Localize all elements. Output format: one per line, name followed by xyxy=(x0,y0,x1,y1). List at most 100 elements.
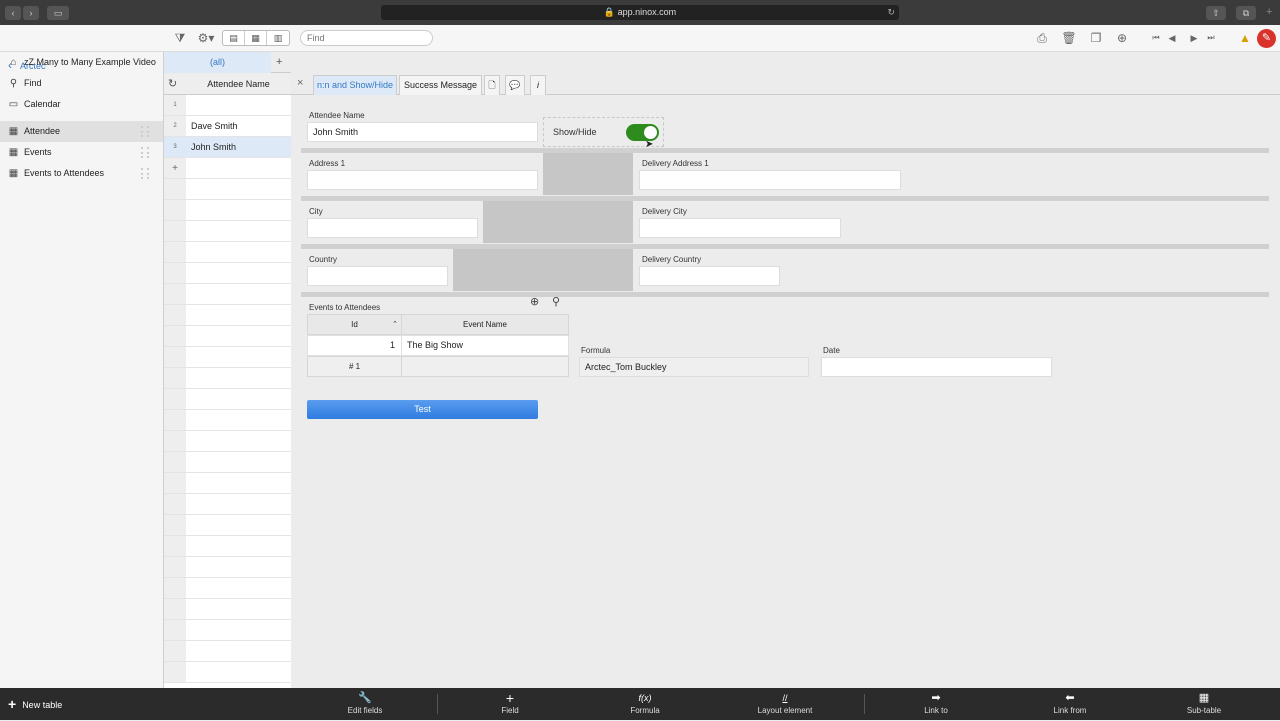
empty-row xyxy=(186,662,291,683)
delivery-city-field[interactable] xyxy=(639,218,841,238)
add-formula-button[interactable]: f(x) Formula xyxy=(600,690,690,715)
comment-icon[interactable]: 💬 xyxy=(505,75,525,95)
close-icon[interactable]: × xyxy=(297,77,303,89)
empty-row xyxy=(186,263,291,284)
sidebar-item-label: Attendee xyxy=(24,126,61,136)
row-number xyxy=(164,221,186,242)
add-field-button[interactable]: + Field xyxy=(465,690,555,715)
row-number xyxy=(164,641,186,662)
link-to-button[interactable]: ➡ Link to xyxy=(891,690,981,715)
sidebar-item-calendar[interactable]: ▭ Calendar xyxy=(0,94,163,115)
empty-row xyxy=(186,368,291,389)
row-number xyxy=(164,347,186,368)
filter-icon[interactable]: ⧩ xyxy=(172,31,188,45)
delivery-country-field[interactable] xyxy=(639,266,780,286)
sub-table-button[interactable]: ▦ Sub-table xyxy=(1159,690,1249,715)
column-header-event-name[interactable]: Event Name xyxy=(401,314,569,335)
address1-field[interactable] xyxy=(307,170,538,190)
test-button[interactable]: Test xyxy=(307,400,538,419)
list-tab-bar: (all) + xyxy=(164,52,291,73)
refresh-icon[interactable]: ↻ xyxy=(168,77,177,90)
formula-field: Arctec_Tom Buckley xyxy=(579,357,809,377)
column-header-attendee-name[interactable]: Attendee Name xyxy=(186,73,291,95)
wrench-icon: 🔧 xyxy=(358,692,372,704)
browser-forward-button[interactable]: › xyxy=(23,6,39,20)
drag-handle-icon[interactable] xyxy=(141,126,149,137)
gear-icon[interactable]: ⚙▾ xyxy=(196,31,216,45)
reload-icon[interactable]: ↻ xyxy=(887,5,895,20)
add-tab-button[interactable]: + xyxy=(276,52,282,73)
tab-all[interactable]: (all) xyxy=(164,52,271,73)
add-row-button[interactable]: + xyxy=(164,158,186,179)
chart-view-icon[interactable]: ▥ xyxy=(267,31,289,45)
showhide-toggle[interactable] xyxy=(626,124,659,141)
new-table-button[interactable]: + New table xyxy=(8,688,62,720)
country-field[interactable] xyxy=(307,266,448,286)
sidebar-item-events-to-attendees[interactable]: ▦ Events to Attendees xyxy=(0,163,163,184)
drag-handle-icon[interactable] xyxy=(141,168,149,179)
button-label: Edit fields xyxy=(347,706,383,715)
city-field[interactable] xyxy=(307,218,478,238)
list-item[interactable]: John Smith xyxy=(186,137,291,158)
empty-row xyxy=(186,452,291,473)
row-number: 3 xyxy=(164,137,186,158)
row-number xyxy=(164,662,186,683)
share-icon[interactable]: ⇧ xyxy=(1206,6,1226,20)
subtable-cell-event-name[interactable]: The Big Show xyxy=(401,335,569,356)
sidebar-item-attendee[interactable]: ▦ Attendee xyxy=(0,121,163,142)
sidebar-item-find[interactable]: ⚲ Find xyxy=(0,73,163,94)
link-from-button[interactable]: ⬅ Link from xyxy=(1025,690,1115,715)
previous-record-icon[interactable]: ◀ xyxy=(1166,31,1178,45)
subtable-cell-id[interactable]: 1 xyxy=(307,335,402,356)
list-item[interactable] xyxy=(186,95,291,116)
row-number xyxy=(164,389,186,410)
add-record-icon[interactable]: ⊕ xyxy=(1114,31,1130,45)
sidebar-item-database[interactable]: ⌂ zZ Many to Many Example Video xyxy=(0,52,163,73)
row-number xyxy=(164,620,186,641)
row-number: 2 xyxy=(164,116,186,137)
form-view-icon[interactable]: ▤ xyxy=(223,31,245,45)
list-item[interactable]: Dave Smith xyxy=(186,116,291,137)
last-record-icon[interactable]: ⏭ xyxy=(1205,31,1217,45)
divider xyxy=(301,292,1269,297)
table-view-icon[interactable]: ▦ xyxy=(245,31,267,45)
tab-nn-show-hide[interactable]: n:n and Show/Hide xyxy=(313,75,397,95)
column-header-label: Id xyxy=(351,320,358,329)
row-number xyxy=(164,242,186,263)
row-number xyxy=(164,557,186,578)
status-icon[interactable]: ▲ xyxy=(1237,31,1253,45)
new-tab-icon[interactable]: + xyxy=(1266,6,1272,18)
record-list: 1 2 Dave Smith 3 John Smith + xyxy=(164,95,291,688)
empty-row xyxy=(186,515,291,536)
next-record-icon[interactable]: ▶ xyxy=(1188,31,1200,45)
tabs-overview-icon[interactable]: ⧉ xyxy=(1236,6,1256,20)
column-header-id[interactable]: Id ⌃ xyxy=(307,314,402,335)
duplicate-icon[interactable]: ❐ xyxy=(1088,31,1104,45)
url-bar[interactable]: 🔒 app.ninox.com ↻ xyxy=(381,5,899,20)
country-label: Country xyxy=(309,255,338,264)
first-record-icon[interactable]: ⏮ xyxy=(1150,31,1162,45)
drag-handle-icon[interactable] xyxy=(141,147,149,158)
add-layout-element-button[interactable]: // Layout element xyxy=(740,690,830,715)
edit-fields-button[interactable]: 🔧 Edit fields xyxy=(320,690,410,715)
document-icon[interactable]: 🗋 xyxy=(484,75,500,95)
arrow-left-icon: ⬅ xyxy=(1065,692,1075,704)
sidebar-item-events[interactable]: ▦ Events xyxy=(0,142,163,163)
trash-icon[interactable]: 🗑 xyxy=(1061,31,1077,45)
tab-success-message[interactable]: Success Message xyxy=(399,75,482,95)
browser-back-button[interactable]: ‹ xyxy=(5,6,21,20)
empty-row xyxy=(186,347,291,368)
attendee-name-field[interactable]: John Smith xyxy=(307,122,538,142)
sidebar-item-label: Events to Attendees xyxy=(24,168,105,178)
empty-row xyxy=(186,179,291,200)
date-field[interactable] xyxy=(821,357,1052,377)
delivery-address1-field[interactable] xyxy=(639,170,901,190)
find-input[interactable] xyxy=(300,30,433,46)
view-switcher: ▤ ▦ ▥ xyxy=(222,30,290,46)
wrench-icon[interactable]: ✎ xyxy=(1257,29,1276,48)
print-icon[interactable]: ⎙ xyxy=(1034,31,1050,45)
add-circle-icon[interactable]: ⊕ xyxy=(530,295,539,308)
info-icon[interactable]: i xyxy=(530,75,546,95)
search-icon[interactable]: ⚲ xyxy=(552,295,560,308)
sidebar-toggle-icon[interactable]: ▭ xyxy=(47,6,69,20)
